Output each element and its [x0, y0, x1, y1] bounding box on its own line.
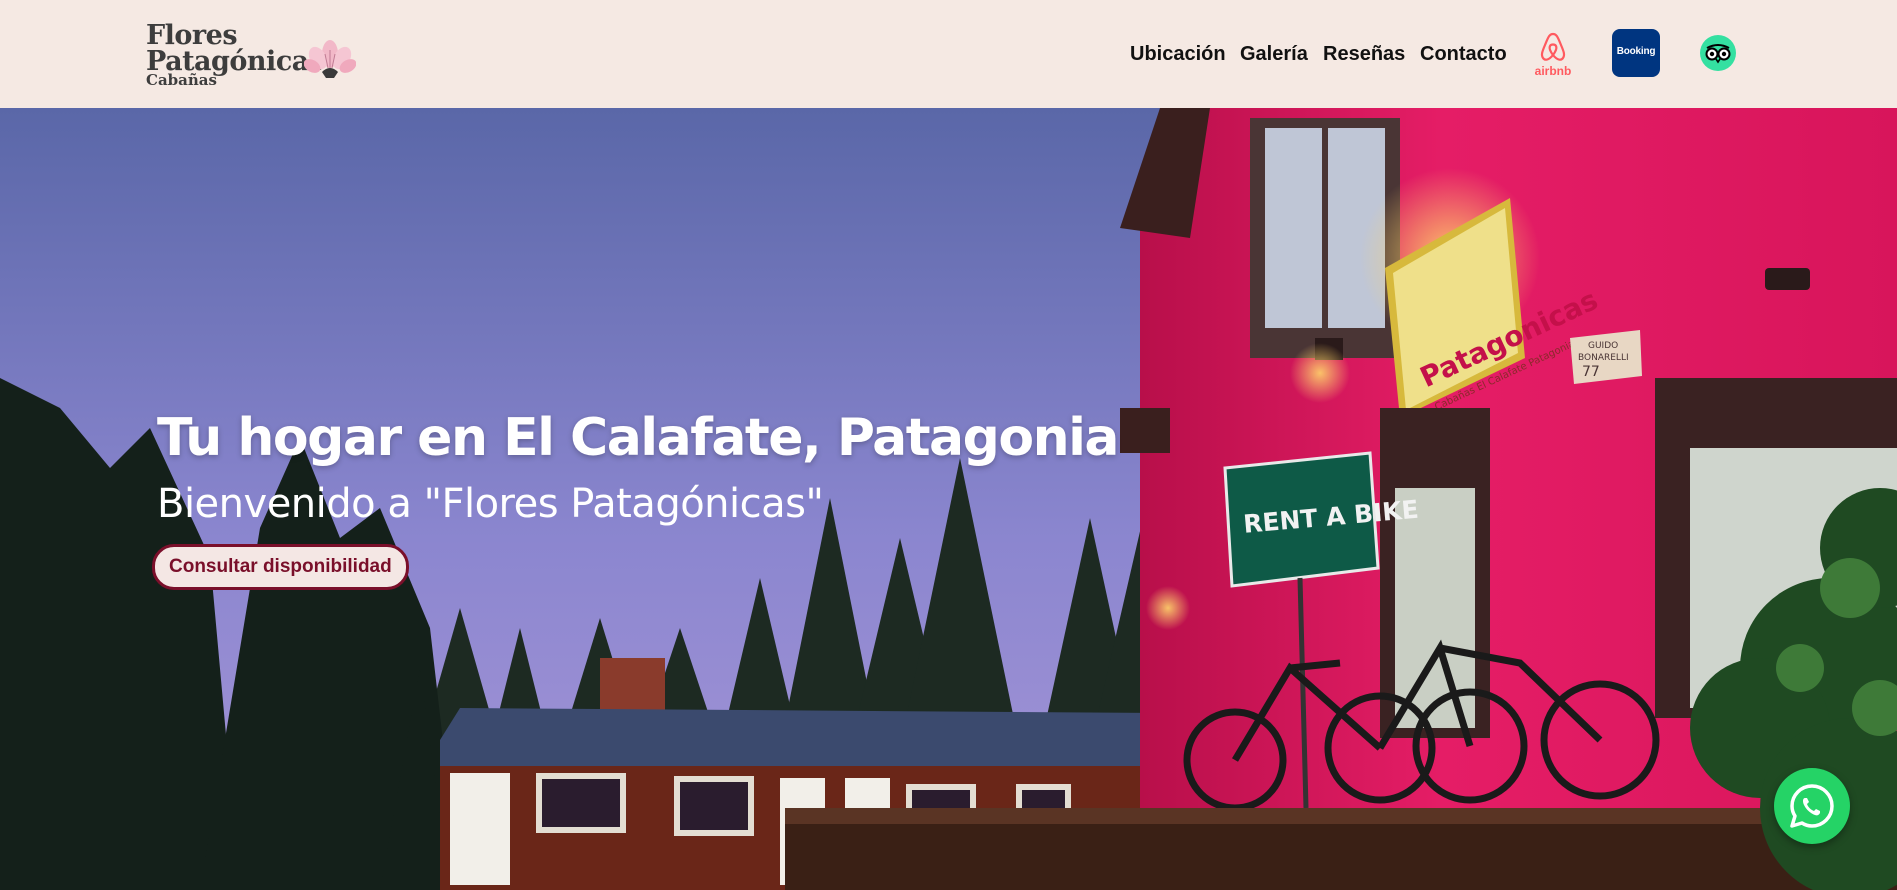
tripadvisor-icon [1705, 44, 1731, 64]
nav-link-galeria[interactable]: Galería [1240, 40, 1308, 68]
airbnb-icon [1540, 32, 1566, 61]
whatsapp-icon [1790, 784, 1834, 828]
brand-name-line1: Flores [146, 20, 238, 51]
airbnb-label: airbnb [1534, 64, 1572, 78]
hero-section: Patagonicas Cabañas El Calafate Patagoni… [0, 108, 1897, 890]
address-plate-line2: BONARELLI [1578, 353, 1629, 363]
address-plate-line1: GUIDO [1588, 341, 1618, 351]
brand-logo[interactable]: Flores Patagónicas Cabañas [146, 20, 356, 92]
airbnb-link[interactable]: airbnb [1532, 30, 1574, 78]
booking-link[interactable]: Booking [1612, 29, 1660, 77]
brand-tagline: Cabañas [146, 71, 217, 89]
site-header: Flores Patagónicas Cabañas Ubicación Gal… [0, 0, 1897, 108]
booking-label: Booking [1616, 46, 1656, 57]
address-plate-number: 77 [1582, 364, 1600, 380]
hero-title: Tu hogar en El Calafate, Patagonia [157, 408, 1120, 468]
check-availability-button[interactable]: Consultar disponibilidad [152, 544, 409, 590]
hero-subtitle: Bienvenido a "Flores Patagónicas" [157, 481, 824, 527]
nav-link-resenas[interactable]: Reseñas [1323, 40, 1405, 68]
flower-icon [304, 40, 356, 78]
tripadvisor-link[interactable] [1700, 35, 1736, 71]
whatsapp-button[interactable] [1774, 768, 1850, 844]
nav-link-ubicacion[interactable]: Ubicación [1130, 40, 1226, 68]
nav-link-contacto[interactable]: Contacto [1420, 40, 1507, 68]
